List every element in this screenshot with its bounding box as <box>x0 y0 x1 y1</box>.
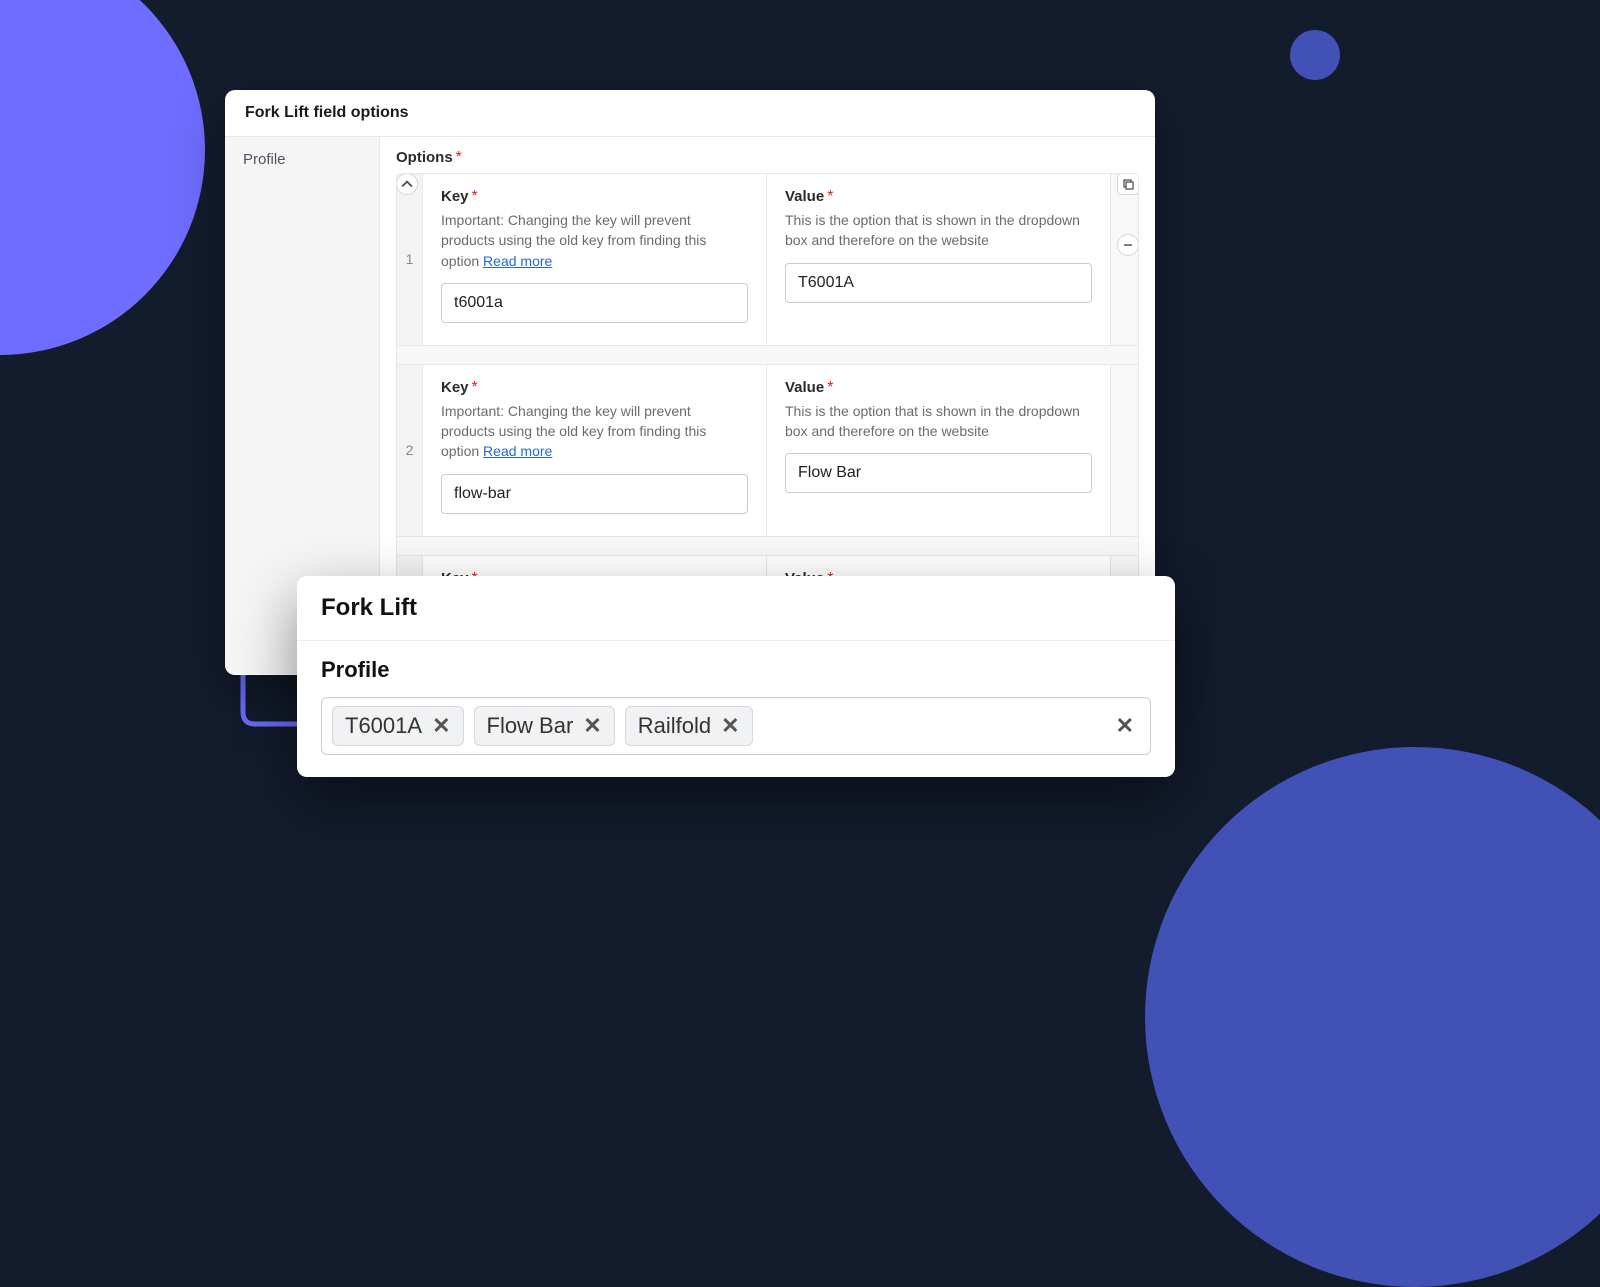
read-more-link[interactable]: Read more <box>483 443 552 459</box>
tag-chip[interactable]: Railfold ✕ <box>625 706 753 746</box>
key-help-text: Important: Changing the key will prevent… <box>441 210 748 271</box>
tag-chip[interactable]: Flow Bar ✕ <box>474 706 615 746</box>
required-asterisk: * <box>456 149 462 166</box>
duplicate-button[interactable] <box>1117 173 1139 195</box>
value-help-text: This is the option that is shown in the … <box>785 210 1092 251</box>
bg-circle-top-left <box>0 0 205 355</box>
row-controls-col <box>1110 365 1138 536</box>
collapse-toggle-button[interactable] <box>396 173 418 195</box>
tag-chip[interactable]: T6001A ✕ <box>332 706 464 746</box>
clear-all-icon[interactable]: ✕ <box>1116 713 1140 739</box>
options-section-label: Options* <box>396 149 1139 167</box>
remove-tag-icon[interactable]: ✕ <box>432 713 450 739</box>
value-label: Value* <box>785 188 1092 206</box>
profile-popup-panel: Fork Lift Profile T6001A ✕ Flow Bar ✕ Ra… <box>297 576 1175 777</box>
key-label: Key* <box>441 379 748 397</box>
profile-multiselect[interactable]: T6001A ✕ Flow Bar ✕ Railfold ✕ ✕ <box>321 697 1151 755</box>
remove-tag-icon[interactable]: ✕ <box>583 713 601 739</box>
value-input[interactable] <box>785 263 1092 303</box>
popup-section-label: Profile <box>321 657 1151 683</box>
row-gap <box>397 346 1138 364</box>
tag-label: T6001A <box>345 713 422 739</box>
row-index[interactable]: 1 <box>397 174 423 345</box>
stack-icon <box>1122 178 1134 190</box>
popup-title: Fork Lift <box>297 576 1175 641</box>
option-row: 2 Key* Important: Changing the key will … <box>397 364 1138 537</box>
panel-title: Fork Lift field options <box>225 90 1155 137</box>
chevron-up-icon <box>401 178 413 190</box>
remove-row-button[interactable] <box>1117 234 1139 256</box>
option-row: 1 Key* Important: Changing the key will … <box>397 174 1138 346</box>
row-gap <box>397 537 1138 555</box>
tag-label: Flow Bar <box>487 713 574 739</box>
value-label: Value* <box>785 379 1092 397</box>
row-index[interactable]: 2 <box>397 365 423 536</box>
key-input[interactable] <box>441 283 748 323</box>
minus-icon <box>1122 239 1134 251</box>
read-more-link[interactable]: Read more <box>483 253 552 269</box>
value-input[interactable] <box>785 453 1092 493</box>
key-help-text: Important: Changing the key will prevent… <box>441 401 748 462</box>
value-help-text: This is the option that is shown in the … <box>785 401 1092 442</box>
row-controls-col <box>1110 174 1138 345</box>
key-input[interactable] <box>441 474 748 514</box>
tag-label: Railfold <box>638 713 711 739</box>
bg-circle-bottom-right <box>1145 747 1600 1287</box>
remove-tag-icon[interactable]: ✕ <box>721 713 739 739</box>
bg-circle-top-right <box>1290 30 1340 80</box>
key-label: Key* <box>441 188 748 206</box>
